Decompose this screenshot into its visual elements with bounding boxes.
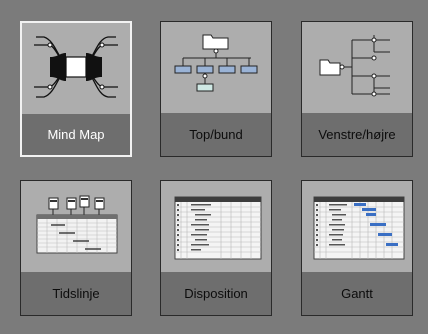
mind-map-icon <box>34 36 118 98</box>
layout-tile-outline[interactable]: Disposition <box>160 180 272 316</box>
layout-thumbnail <box>302 22 412 113</box>
timeline-icon <box>36 195 118 254</box>
layout-thumbnail <box>302 181 412 272</box>
layout-thumbnail <box>161 22 271 113</box>
layout-tile-top-down[interactable]: Top/bund <box>160 21 272 157</box>
layout-tile-gantt[interactable]: Gantt <box>301 180 413 316</box>
layout-tile-left-right[interactable]: Venstre/højre <box>301 21 413 157</box>
layout-label: Venstre/højre <box>318 127 396 142</box>
layout-picker-panel: Mind Map Top/bund Venstre/højre Tidslinj… <box>0 0 428 334</box>
layout-label: Gantt <box>341 286 373 301</box>
left-right-tree-icon <box>319 35 390 97</box>
layout-label: Tidslinje <box>52 286 100 301</box>
layout-tile-timeline[interactable]: Tidslinje <box>20 180 132 316</box>
layout-label: Top/bund <box>189 127 243 142</box>
layout-thumbnail <box>22 23 130 114</box>
layout-tile-mind-map[interactable]: Mind Map <box>20 21 132 157</box>
layout-thumbnail <box>21 181 131 272</box>
top-down-tree-icon <box>174 34 258 92</box>
layout-label: Mind Map <box>47 127 105 142</box>
layout-thumbnail <box>161 181 271 272</box>
gantt-chart-icon <box>313 196 405 260</box>
layout-label: Disposition <box>184 286 248 301</box>
outline-table-icon <box>174 196 262 260</box>
